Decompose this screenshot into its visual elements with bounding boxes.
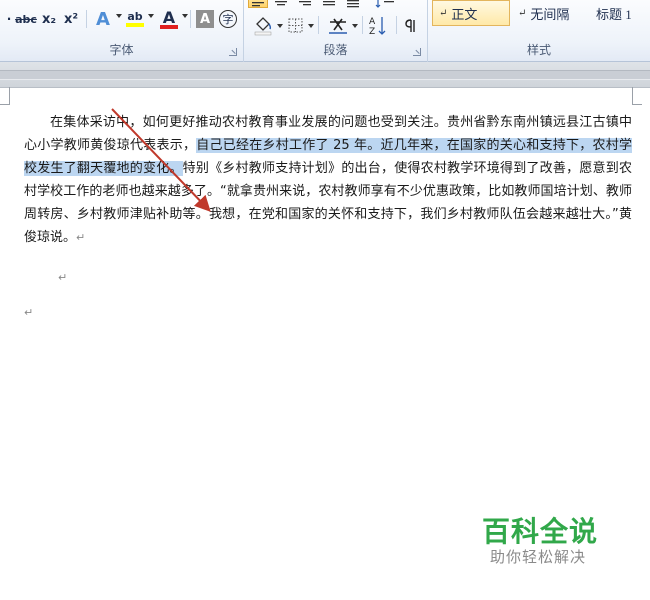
font-color-bar	[160, 24, 178, 29]
paragraph-dialog-launcher-icon[interactable]	[413, 48, 421, 56]
svg-text:Z: Z	[369, 27, 375, 37]
style-normal[interactable]: ↵ 正文	[432, 0, 510, 26]
line-spacing-icon	[375, 0, 394, 8]
style-heading-1-label: 标题 1	[596, 6, 632, 22]
separator	[318, 16, 319, 34]
paragraph-group-label: 段落	[323, 43, 348, 57]
distributed-button[interactable]	[344, 0, 364, 8]
style-heading-1[interactable]: 标题 1	[590, 0, 650, 26]
strikethrough-button[interactable]: abc	[14, 8, 38, 30]
borders-icon	[288, 18, 303, 33]
right-margin-corner-mark	[632, 87, 642, 105]
style-normal-label: 正文	[451, 6, 478, 22]
justify-button[interactable]	[320, 0, 340, 8]
show-marks-button[interactable]	[402, 16, 422, 36]
watermark-subtitle: 助你轻松解决	[490, 548, 587, 566]
chinese-layout-dropdown-icon[interactable]	[352, 24, 358, 28]
text-effects-dropdown-icon[interactable]	[116, 14, 122, 18]
font-dialog-launcher-icon[interactable]	[229, 48, 237, 56]
line-spacing-button[interactable]	[374, 0, 400, 8]
style-no-spacing[interactable]: ↵ 无间隔	[512, 0, 588, 26]
empty-paragraph-mark: ↵	[58, 271, 68, 284]
document-paragraph[interactable]: 在集体采访中，如何更好推动农村教育事业发展的问题也受到关注。贵州省黔东南州镇远县…	[24, 111, 632, 249]
borders-button[interactable]	[286, 16, 306, 36]
paragraph-group: A Z 段落	[244, 0, 428, 62]
font-color-dropdown-icon[interactable]	[182, 14, 188, 18]
font-color-label: A	[162, 7, 176, 27]
font-group: · abc x₂ x² A ab A A 字 字体	[0, 0, 244, 62]
style-no-spacing-label: 无间隔	[530, 6, 570, 22]
justify-icon	[323, 1, 335, 6]
left-margin-corner-mark	[0, 87, 10, 105]
horizontal-ruler[interactable]	[0, 70, 650, 80]
separator	[86, 10, 87, 28]
align-left-icon	[252, 2, 264, 7]
separator	[396, 16, 397, 34]
highlight-color-bar	[126, 23, 144, 27]
align-right-icon	[299, 1, 311, 6]
svg-text:A: A	[369, 17, 376, 27]
watermark-title: 百科全说	[482, 515, 599, 548]
highlight-dropdown-icon[interactable]	[148, 14, 154, 18]
text-effects-button[interactable]: A	[92, 8, 114, 30]
superscript-button[interactable]: x²	[62, 8, 80, 30]
styles-group: ↵ 正文 ↵ 无间隔 标题 1 样式	[428, 0, 650, 62]
enclose-char-button[interactable]: 字	[219, 10, 237, 28]
font-color-button[interactable]: A	[158, 8, 180, 30]
align-center-icon	[275, 1, 287, 6]
ribbon: · abc x₂ x² A ab A A 字 字体 A Z 段落 ↵ 正文 ↵ …	[0, 0, 650, 62]
ruler-area	[0, 62, 650, 88]
style-pilcrow-icon: ↵	[518, 7, 527, 19]
chinese-layout-button[interactable]	[326, 16, 350, 36]
sort-button[interactable]: A Z	[366, 14, 388, 38]
shading-dropdown-icon[interactable]	[277, 24, 283, 28]
sort-az-icon: A Z	[369, 17, 386, 37]
align-center-button[interactable]	[272, 0, 292, 8]
align-right-button[interactable]	[296, 0, 316, 8]
highlight-label: ab	[127, 10, 143, 23]
style-pilcrow-icon: ↵	[439, 7, 448, 19]
separator	[362, 16, 363, 34]
pilcrow-icon	[405, 19, 415, 32]
borders-dropdown-icon[interactable]	[308, 24, 314, 28]
align-left-button[interactable]	[248, 0, 268, 8]
shading-button[interactable]	[252, 14, 276, 36]
paragraph-mark: ↵	[76, 231, 86, 244]
distributed-icon	[347, 0, 359, 8]
char-shading-button[interactable]: A	[196, 10, 214, 28]
font-group-label: 字体	[109, 43, 134, 57]
styles-group-label: 样式	[526, 43, 551, 57]
separator	[190, 10, 191, 28]
highlight-button[interactable]: ab	[124, 8, 146, 30]
empty-paragraph-mark: ↵	[24, 306, 34, 319]
chinese-layout-icon	[329, 18, 347, 34]
paint-bucket-icon	[254, 17, 272, 36]
subscript-button[interactable]: x₂	[40, 8, 58, 30]
